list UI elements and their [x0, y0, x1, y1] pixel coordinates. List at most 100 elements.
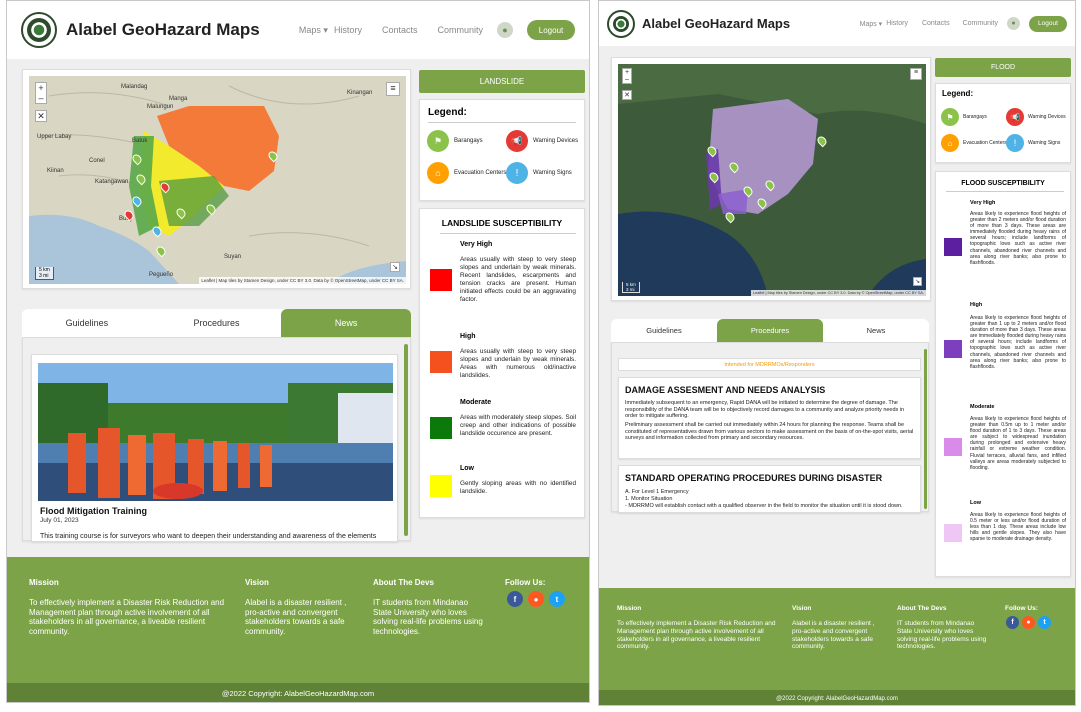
legend-evacuation-centers: ⌂ Evacuation Centers [427, 162, 506, 184]
warning-device-icon: 📢 [1006, 108, 1024, 126]
footer-follow-heading: Follow Us: [1005, 605, 1038, 612]
scale-bar: 5 km 3 mi [35, 267, 54, 280]
nav-community[interactable]: Community [437, 25, 483, 35]
level-very-high: Very High [460, 241, 493, 248]
nav-history[interactable]: History [886, 20, 908, 27]
susceptibility-card: LANDSLIDE SUSCEPTIBILITY Very High Areas… [419, 208, 585, 518]
zoom-out-button[interactable]: – [625, 76, 629, 83]
facebook-icon[interactable]: f [507, 591, 523, 607]
zoom-out-button[interactable]: – [38, 93, 43, 103]
scale-mi: 3 mi [39, 273, 49, 279]
tab-guidelines[interactable]: Guidelines [22, 309, 152, 337]
tab-news[interactable]: News [281, 309, 412, 337]
legend-warning-signs: ! Warning Signs [506, 162, 572, 184]
legend-barangays: ⚑ Barangays [941, 108, 987, 126]
tab-procedures[interactable]: Procedures [152, 309, 282, 337]
news-title[interactable]: Flood Mitigation Training [40, 506, 147, 516]
info-tabs: Guidelines Procedures News [611, 319, 929, 342]
swatch-very-high [430, 269, 452, 291]
desc-very-high: Areas likely to experience flood heights… [970, 211, 1066, 266]
hazard-title-bar: FLOOD [935, 58, 1071, 77]
desc-low: Areas likely to experience flood heights… [970, 512, 1066, 543]
procedures-scrollbar[interactable] [924, 349, 927, 509]
legend-warning-devices: 📢 Warning Devices [506, 130, 578, 152]
left-screenshot: Alabel GeoHazard Maps Maps ▾ History Con… [6, 0, 590, 703]
zoom-control: + – [35, 82, 47, 104]
nav-maps[interactable]: Maps ▾ [299, 25, 328, 36]
logout-button[interactable]: Logout [527, 20, 575, 40]
header: Alabel GeoHazard Maps Maps ▾ History Con… [7, 1, 589, 59]
footer: Mission To effectively implement a Disas… [599, 588, 1075, 705]
right-screenshot: Alabel GeoHazard Maps Maps ▾ History Con… [598, 0, 1076, 706]
legend-warning-signs: ! Warning Signs [1006, 134, 1060, 152]
swatch-low [430, 475, 452, 497]
logout-button[interactable]: Logout [1029, 15, 1067, 32]
tab-news[interactable]: News [823, 319, 929, 342]
zoom-in-button[interactable]: + [38, 83, 43, 93]
footer-mission-heading: Mission [29, 578, 59, 587]
map-label-suyan: Suyan [224, 254, 242, 260]
nav-maps[interactable]: Maps ▾ [860, 20, 883, 28]
legend-card: Legend: ⚑ Barangays 📢 Warning Devices ⌂ Eva… [935, 83, 1071, 163]
nav-contacts[interactable]: Contacts [382, 25, 418, 35]
twitter-icon[interactable]: t [1038, 616, 1051, 629]
zoom-in-button[interactable]: + [625, 69, 629, 76]
tab-guidelines[interactable]: Guidelines [611, 319, 717, 342]
user-avatar-icon[interactable]: ● [497, 22, 513, 38]
scale-bar: 5 km 3 mi [622, 282, 640, 293]
expand-icon[interactable]: ↘ [390, 262, 400, 272]
news-panel: Flood Mitigation Training July 01, 2023 … [22, 337, 411, 542]
legend-warning-devices: 📢 Warning Devices [1006, 108, 1066, 126]
copyright-bar: @2022 Copyright: AlabelGeoHazardMap.com [7, 683, 589, 702]
copyright-bar: @2022 Copyright: AlabelGeoHazardMap.com [599, 690, 1075, 705]
layers-icon[interactable]: ≡ [910, 68, 922, 80]
sop-l1: A. For Level 1 Emergency [625, 489, 689, 495]
map-label-kiinan: Kiinan [47, 168, 64, 174]
map-attribution[interactable]: Leaflet | Map tiles by Stamen Design, un… [199, 277, 406, 284]
procedures-panel: Intended for MDRRMOs/Responders DAMAGE A… [611, 342, 929, 513]
landslide-map[interactable]: Malandag Manga Malungun Kinangan Upper L… [29, 76, 406, 284]
footer-follow-heading: Follow Us: [505, 578, 546, 587]
fullscreen-icon[interactable]: ✕ [35, 110, 47, 122]
footer-vision-text: Alabel is a disaster resilient , pro-act… [792, 620, 875, 651]
level-very-high: Very High [970, 200, 996, 206]
evacuation-center-icon: ⌂ [941, 134, 959, 152]
nav-contacts[interactable]: Contacts [922, 20, 950, 27]
map-attribution[interactable]: Leaflet | Map tiles by Stamen Design, un… [750, 290, 926, 296]
dana-p1: Immediately subsequent to an emergency, … [625, 400, 905, 420]
facebook-icon[interactable]: f [1006, 616, 1019, 629]
reddit-icon[interactable]: ● [1022, 616, 1035, 629]
nav-history[interactable]: History [334, 25, 362, 35]
layers-icon[interactable]: ≡ [386, 82, 400, 96]
map-label-malandag: Malandag [121, 84, 148, 90]
level-high: High [970, 302, 983, 308]
desc-very-high: Areas usually with steep to very steep s… [460, 256, 576, 303]
reddit-icon[interactable]: ● [528, 591, 544, 607]
desc-high: Areas likely to experience flood heights… [970, 315, 1066, 370]
desc-low: Gently sloping areas with no identified … [460, 480, 576, 495]
footer: Mission To effectively implement a Disas… [7, 557, 589, 702]
expand-icon[interactable]: ↘ [913, 277, 922, 286]
tab-procedures[interactable]: Procedures [717, 319, 823, 342]
landslide-map-svg [29, 76, 406, 284]
footer-vision-text: Alabel is a disaster resilient , pro-act… [245, 598, 347, 636]
legend-barangays: ⚑ Barangays [427, 130, 483, 152]
level-low: Low [970, 500, 981, 506]
sop-l3: - MDRRMO will establish contact with a q… [625, 503, 903, 509]
map-label-pegueno: Pegueño [149, 272, 174, 278]
news-item[interactable]: Flood Mitigation Training July 01, 2023 … [31, 354, 398, 542]
map-label-malungun: Malungun [147, 104, 174, 110]
flood-map[interactable]: + – ✕ ≡ ↘ 5 km 3 mi Leaflet | Map tiles … [618, 64, 926, 296]
map-label-manga: Manga [169, 96, 188, 102]
legend-card: Legend: ⚑ Barangays 📢 Warning Devices ⌂ Eva… [419, 99, 585, 201]
warning-device-icon: 📢 [506, 130, 528, 152]
news-scrollbar[interactable] [404, 344, 408, 536]
twitter-icon[interactable]: t [549, 591, 565, 607]
legend-title: Legend: [942, 89, 974, 98]
user-avatar-icon[interactable]: ● [1007, 17, 1020, 30]
top-nav: Maps ▾ History Contacts Community ● Logo… [860, 15, 1067, 32]
legend-title: Legend: [428, 107, 467, 118]
nav-community[interactable]: Community [963, 20, 998, 27]
sop-section: STANDARD OPERATING PROCEDURES DURING DIS… [618, 465, 921, 513]
fullscreen-icon[interactable]: ✕ [622, 90, 632, 100]
